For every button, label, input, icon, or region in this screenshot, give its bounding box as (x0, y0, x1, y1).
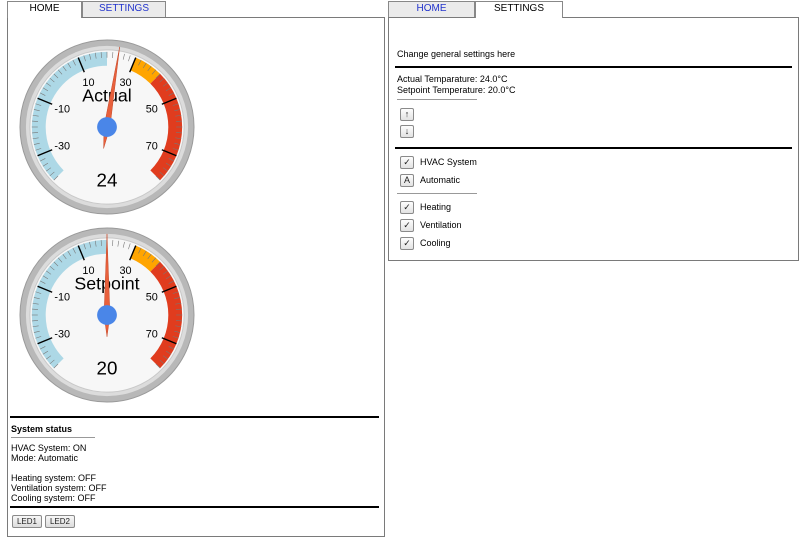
gauge-hub (97, 117, 117, 137)
heating-label: Heating (420, 202, 452, 212)
automatic-label: Automatic (420, 175, 461, 185)
cooling-label: Cooling (420, 238, 451, 248)
setpoint-gauge: -30-1010305070Setpoint20 (18, 226, 196, 409)
actual-gauge: -30 -10 10 30 50 70 Actual 24 (18, 38, 196, 221)
setpoint-temperature: Setpoint Temperature: 20.0°C (397, 85, 516, 95)
tab-settings[interactable]: SETTINGS (82, 1, 166, 17)
gauge-value: 20 (97, 357, 118, 378)
mode-status: Mode: Automatic (11, 453, 79, 463)
check-icon: ✓ (403, 202, 411, 212)
status-title: System status (11, 424, 73, 434)
gauge-tick-label: 50 (146, 291, 158, 303)
tab-settings[interactable]: SETTINGS (475, 1, 563, 18)
settings-divider-2 (395, 147, 792, 149)
hvac-status: HVAC System: ON (11, 443, 87, 453)
check-icon: ✓ (403, 220, 411, 230)
actual-temperature: Actual Temparature: 24.0°C (397, 74, 508, 84)
gauge-tick-label: -30 (54, 140, 70, 152)
gauge-tick-label: -10 (54, 103, 70, 115)
setpoint-down-button[interactable]: ↓ (400, 125, 414, 138)
status-title-underline (11, 437, 95, 438)
gauge-tick-label: -30 (54, 328, 70, 340)
check-icon: ✓ (403, 157, 411, 167)
gauge-hub (97, 305, 117, 325)
heating-status: Heating system: OFF (11, 473, 97, 483)
tab-home[interactable]: HOME (388, 1, 475, 17)
setpoint-up-button[interactable]: ↑ (400, 108, 414, 121)
hvac-label: HVAC System (420, 157, 477, 167)
cooling-status: Cooling system: OFF (11, 493, 96, 503)
hvac-toggle[interactable]: ✓ (400, 156, 414, 169)
left-tab-bar: HOME SETTINGS (7, 1, 166, 18)
ventilation-toggle[interactable]: ✓ (400, 219, 414, 232)
led2-button[interactable]: LED2 (45, 515, 75, 528)
led1-button[interactable]: LED1 (12, 515, 42, 528)
settings-divider-3 (397, 193, 477, 194)
cooling-toggle[interactable]: ✓ (400, 237, 414, 250)
status-divider-bottom (10, 506, 379, 508)
gauge-tick-label: -10 (54, 291, 70, 303)
heating-toggle[interactable]: ✓ (400, 201, 414, 214)
check-icon: ✓ (403, 238, 411, 248)
automatic-toggle[interactable]: A (400, 174, 414, 187)
auto-mode-icon: A (403, 175, 410, 185)
tab-home[interactable]: HOME (7, 1, 82, 18)
settings-panel: Change general settings here Actual Temp… (388, 17, 799, 261)
gauge-tick-label: 70 (146, 328, 158, 340)
settings-divider-1 (395, 66, 792, 68)
ventilation-label: Ventilation (420, 220, 462, 230)
gauge-tick-label: 70 (146, 140, 158, 152)
status-divider-top (10, 416, 379, 418)
settings-intro: Change general settings here (397, 49, 516, 59)
arrow-down-icon: ↓ (404, 126, 410, 136)
gauge-label: Actual (82, 85, 131, 105)
gauge-tick-label: 50 (146, 103, 158, 115)
right-tab-bar: HOME SETTINGS (388, 1, 563, 18)
gauge-value: 24 (97, 169, 118, 190)
home-panel: -30-1010305070Actual24 -30-1010305070Set… (7, 17, 385, 537)
temp-underline (397, 99, 477, 100)
arrow-up-icon: ↑ (404, 109, 410, 119)
ventilation-status: Ventilation system: OFF (11, 483, 107, 493)
